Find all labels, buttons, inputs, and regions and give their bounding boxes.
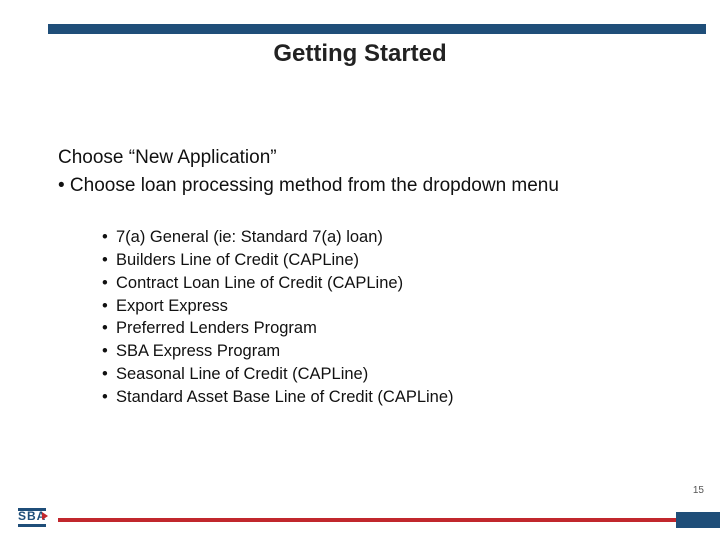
logo-arrow-icon	[42, 512, 48, 520]
intro-line-1: Choose “New Application”	[58, 145, 680, 171]
footer-blue-block	[676, 512, 720, 528]
option-item: •SBA Express Program	[102, 340, 680, 363]
option-item: •Builders Line of Credit (CAPLine)	[102, 249, 680, 272]
option-label: Contract Loan Line of Credit (CAPLine)	[116, 274, 403, 292]
option-label: Builders Line of Credit (CAPLine)	[116, 251, 359, 269]
logo-bar-icon	[18, 524, 46, 527]
option-item: •Preferred Lenders Program	[102, 317, 680, 340]
options-list: •7(a) General (ie: Standard 7(a) loan) •…	[102, 226, 680, 408]
option-item: •7(a) General (ie: Standard 7(a) loan)	[102, 226, 680, 249]
intro-line-2: • Choose loan processing method from the…	[58, 173, 680, 199]
sba-logo: SBA	[18, 508, 54, 532]
slide-body: Choose “New Application” • Choose loan p…	[58, 145, 680, 408]
option-item: •Export Express	[102, 295, 680, 318]
title-top-rule	[48, 24, 706, 34]
option-item: •Contract Loan Line of Credit (CAPLine)	[102, 272, 680, 295]
option-item: •Standard Asset Base Line of Credit (CAP…	[102, 386, 680, 409]
option-item: •Seasonal Line of Credit (CAPLine)	[102, 363, 680, 386]
option-label: 7(a) General (ie: Standard 7(a) loan)	[116, 228, 383, 246]
option-label: Preferred Lenders Program	[116, 319, 317, 337]
option-label: Export Express	[116, 297, 228, 315]
option-label: Standard Asset Base Line of Credit (CAPL…	[116, 388, 454, 406]
page-number: 15	[693, 485, 704, 496]
slide-title: Getting Started	[0, 40, 720, 68]
footer: SBA	[0, 504, 720, 540]
option-label: Seasonal Line of Credit (CAPLine)	[116, 365, 368, 383]
footer-red-rule	[58, 518, 720, 522]
option-label: SBA Express Program	[116, 342, 280, 360]
